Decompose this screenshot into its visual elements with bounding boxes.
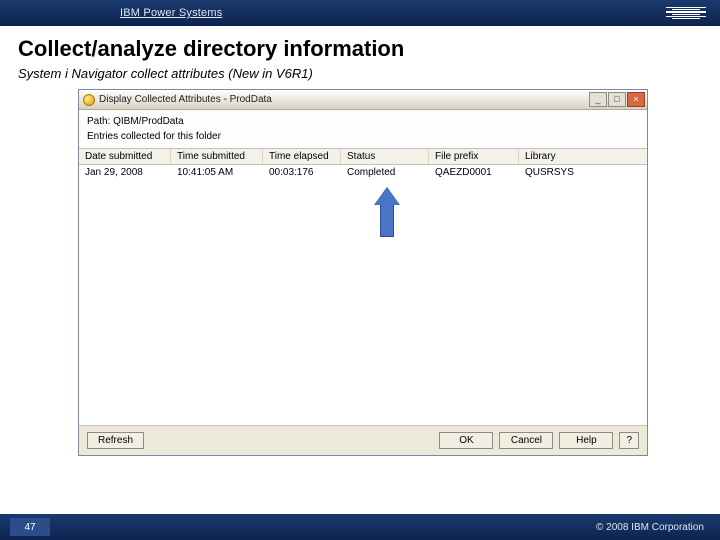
table-row[interactable]: Jan 29, 2008 10:41:05 AM 00:03:176 Compl… bbox=[79, 165, 647, 180]
maximize-button[interactable]: □ bbox=[608, 92, 626, 107]
refresh-button[interactable]: Refresh bbox=[87, 432, 144, 449]
cancel-button[interactable]: Cancel bbox=[499, 432, 553, 449]
help-button[interactable]: Help bbox=[559, 432, 613, 449]
slide-footer: 47 © 2008 IBM Corporation bbox=[0, 514, 720, 540]
col-library[interactable]: Library bbox=[519, 149, 647, 164]
minimize-button[interactable]: _ bbox=[589, 92, 607, 107]
page-number: 47 bbox=[10, 518, 50, 536]
titlebar[interactable]: Display Collected Attributes - ProdData … bbox=[79, 90, 647, 110]
cell-date: Jan 29, 2008 bbox=[79, 165, 171, 180]
annotation-arrow-icon bbox=[374, 187, 400, 237]
entries-label: Entries collected for this folder bbox=[79, 129, 647, 148]
slide-header: IBM Power Systems bbox=[0, 0, 720, 26]
cell-prefix: QAEZD0001 bbox=[429, 165, 519, 180]
ibm-logo bbox=[666, 7, 706, 20]
page-title: Collect/analyze directory information bbox=[18, 36, 702, 62]
col-time-submitted[interactable]: Time submitted bbox=[171, 149, 263, 164]
ok-button[interactable]: OK bbox=[439, 432, 493, 449]
cell-library: QUSRSYS bbox=[519, 165, 647, 180]
context-help-button[interactable]: ? bbox=[619, 432, 639, 449]
window-title: Display Collected Attributes - ProdData bbox=[99, 94, 589, 105]
copyright: © 2008 IBM Corporation bbox=[596, 522, 704, 533]
table-body[interactable]: Jan 29, 2008 10:41:05 AM 00:03:176 Compl… bbox=[79, 165, 647, 425]
cell-status: Completed bbox=[341, 165, 429, 180]
col-status[interactable]: Status bbox=[341, 149, 429, 164]
close-button[interactable]: × bbox=[627, 92, 645, 107]
dialog-window: Display Collected Attributes - ProdData … bbox=[78, 89, 648, 456]
window-icon bbox=[83, 94, 95, 106]
col-time-elapsed[interactable]: Time elapsed bbox=[263, 149, 341, 164]
cell-time: 10:41:05 AM bbox=[171, 165, 263, 180]
path-label: Path: QIBM/ProdData bbox=[79, 110, 647, 129]
col-file-prefix[interactable]: File prefix bbox=[429, 149, 519, 164]
dialog-button-bar: Refresh OK Cancel Help ? bbox=[79, 425, 647, 455]
brand-text: IBM Power Systems bbox=[120, 7, 222, 19]
page-subtitle: System i Navigator collect attributes (N… bbox=[18, 66, 702, 81]
col-date-submitted[interactable]: Date submitted bbox=[79, 149, 171, 164]
table-header: Date submitted Time submitted Time elaps… bbox=[79, 148, 647, 165]
cell-elapsed: 00:03:176 bbox=[263, 165, 341, 180]
